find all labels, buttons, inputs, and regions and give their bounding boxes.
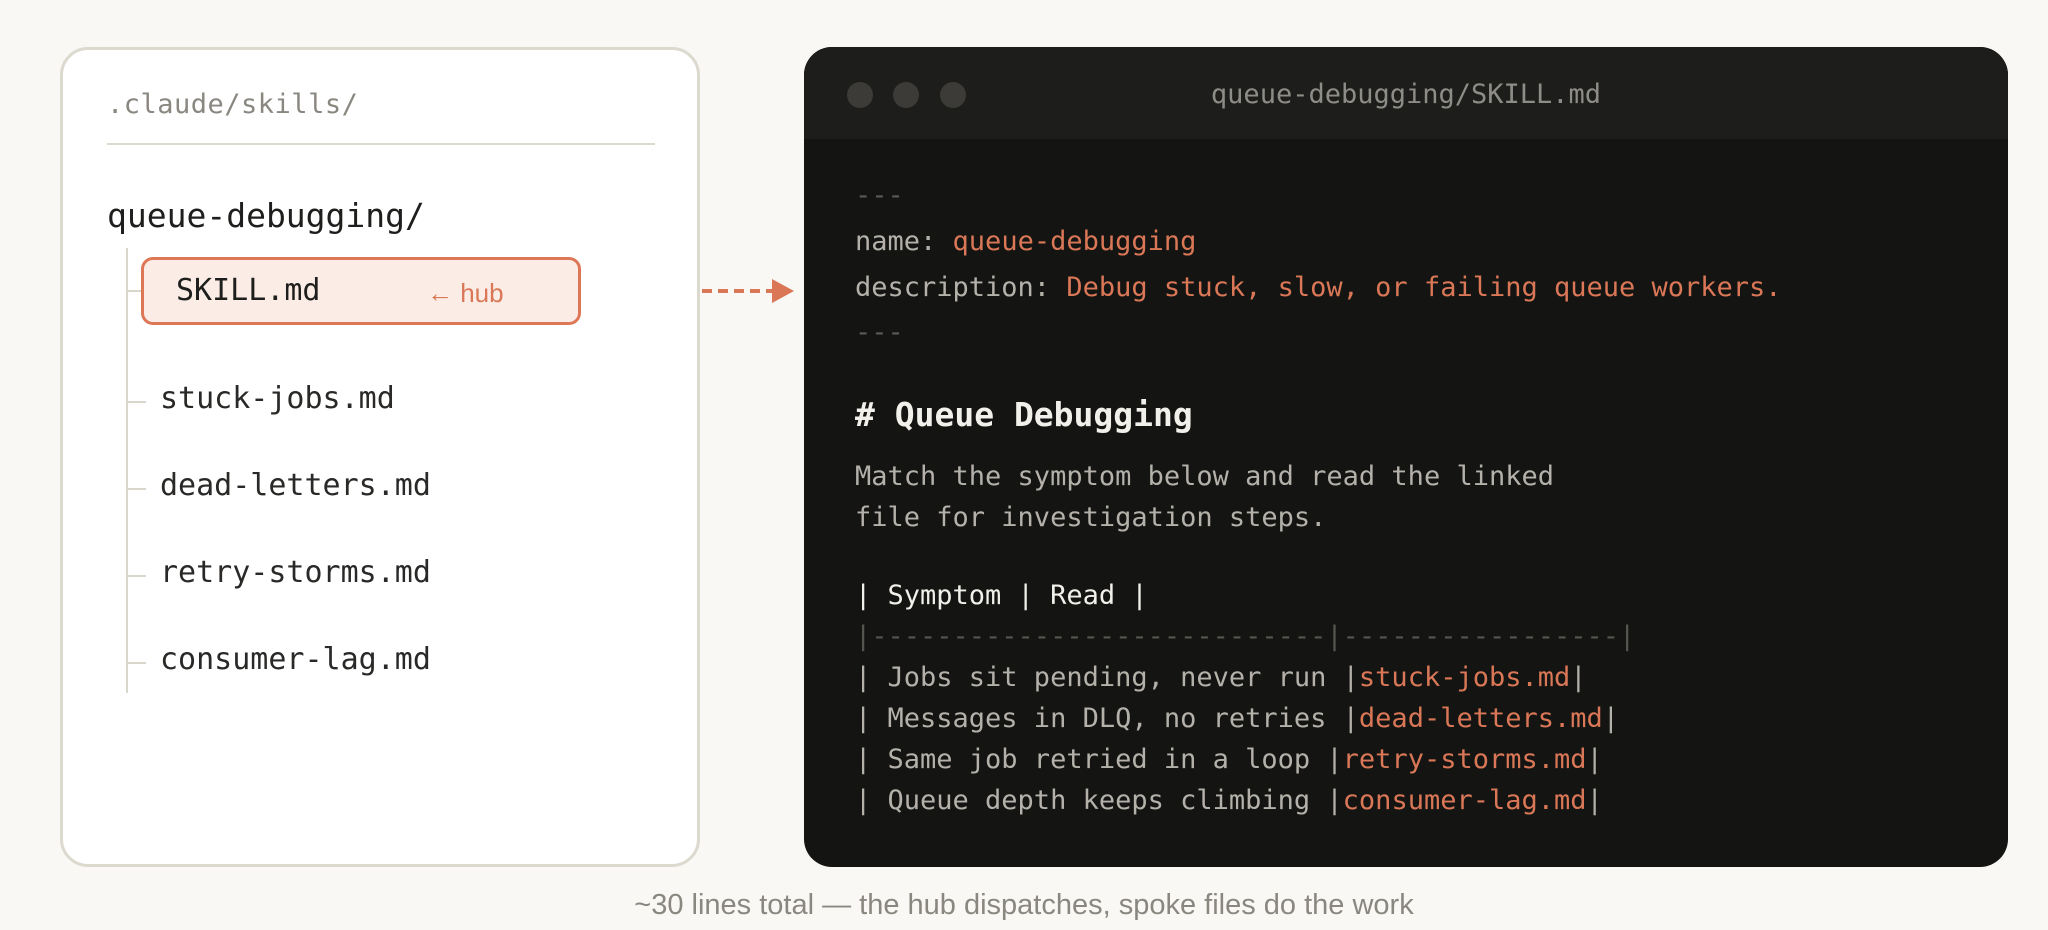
window-title: queue-debugging/SKILL.md — [1210, 79, 1602, 110]
name-value: queue-debugging — [952, 226, 1197, 257]
tree-file-stuck-jobs[interactable]: stuck-jobs.md — [160, 381, 395, 416]
tree-branch-tick — [128, 401, 146, 403]
row-end: | — [1586, 744, 1603, 775]
tree-branch-tick — [128, 662, 146, 664]
row-link-retry-storms[interactable]: retry-storms.md — [1343, 744, 1587, 775]
body-text-line-2: file for investigation steps. — [855, 502, 1327, 533]
arrow-head-icon — [772, 279, 794, 303]
skill-file-window: queue-debugging/SKILL.md --- name: queue… — [804, 47, 2008, 867]
skills-root-path: .claude/skills/ — [107, 89, 359, 120]
table-row: | Jobs sit pending, never run |stuck-job… — [855, 662, 1587, 693]
row-symptom: | Jobs sit pending, never run | — [855, 662, 1359, 693]
row-symptom: | Messages in DLQ, no retries | — [855, 703, 1359, 734]
folder-queue-debugging[interactable]: queue-debugging/ — [107, 196, 425, 235]
table-separator: |----------------------------|----------… — [855, 621, 1636, 652]
row-end: | — [1602, 703, 1620, 734]
tree-file-consumer-lag[interactable]: consumer-lag.md — [160, 642, 431, 677]
hub-file-highlight[interactable]: SKILL.md ← hub — [141, 257, 581, 325]
table-row: | Messages in DLQ, no retries |dead-lett… — [855, 703, 1619, 734]
row-symptom: | Same job retried in a loop | — [855, 744, 1343, 775]
body-text-line-1: Match the symptom below and read the lin… — [855, 461, 1554, 492]
tree-file-retry-storms[interactable]: retry-storms.md — [160, 555, 431, 590]
tree-file-dead-letters[interactable]: dead-letters.md — [160, 468, 431, 503]
frontmatter-open: --- — [855, 180, 904, 211]
description-value: Debug stuck, slow, or failing queue work… — [1066, 272, 1782, 303]
tree-branch-line — [126, 248, 128, 693]
row-link-dead-letters[interactable]: dead-letters.md — [1359, 703, 1603, 734]
frontmatter-description-line: description: Debug stuck, slow, or faili… — [855, 272, 1782, 303]
row-end: | — [1570, 662, 1587, 693]
tree-branch-tick — [128, 575, 146, 577]
name-key: name: — [855, 226, 953, 257]
description-key: description: — [855, 272, 1067, 303]
hub-file-name: SKILL.md — [176, 273, 321, 308]
dashed-arrow-connector — [702, 279, 794, 303]
table-header: | Symptom | Read | — [855, 580, 1148, 611]
frontmatter-close: --- — [855, 317, 904, 348]
file-tree-panel — [60, 47, 700, 867]
row-link-consumer-lag[interactable]: consumer-lag.md — [1343, 785, 1587, 816]
table-row: | Same job retried in a loop |retry-stor… — [855, 744, 1603, 775]
diagram-caption: ~30 lines total — the hub dispatches, sp… — [634, 889, 1414, 921]
window-title-bar: queue-debugging/SKILL.md — [804, 47, 2008, 139]
hub-label: ← hub — [427, 278, 504, 308]
row-symptom: | Queue depth keeps climbing | — [855, 785, 1343, 816]
frontmatter-name-line: name: queue-debugging — [855, 226, 1196, 257]
tree-divider — [107, 143, 655, 145]
markdown-heading: # Queue Debugging — [855, 395, 1193, 434]
row-end: | — [1586, 785, 1603, 816]
table-row: | Queue depth keeps climbing |consumer-l… — [855, 785, 1603, 816]
row-link-stuck-jobs[interactable]: stuck-jobs.md — [1359, 662, 1570, 693]
tree-branch-tick — [128, 488, 146, 490]
